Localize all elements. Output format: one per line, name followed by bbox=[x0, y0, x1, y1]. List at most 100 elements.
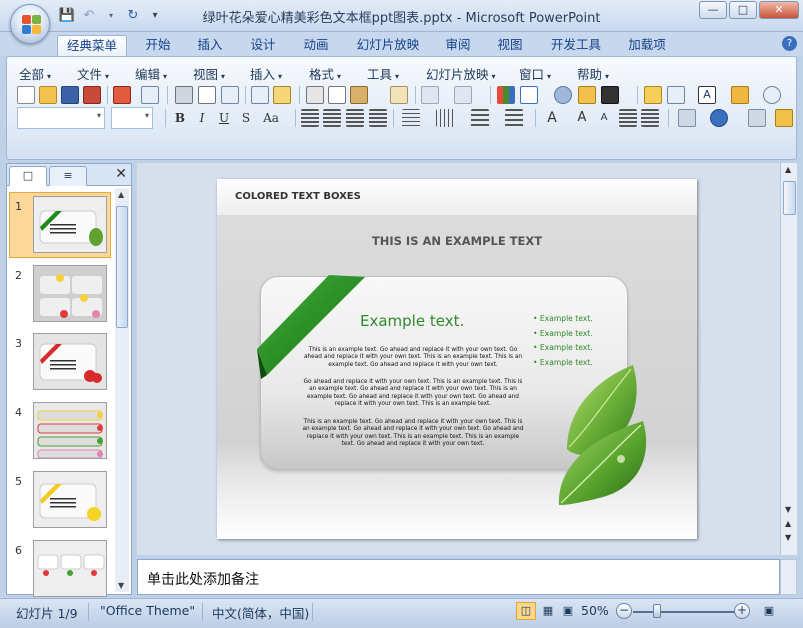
scroll-down-icon[interactable]: ▼ bbox=[785, 505, 791, 514]
text-direction-icon[interactable] bbox=[402, 109, 420, 127]
slide-thumbnail-5[interactable] bbox=[33, 471, 107, 528]
color-grayscale-icon[interactable] bbox=[601, 86, 619, 104]
tab-classic-menu[interactable]: 经典菜单 bbox=[57, 35, 127, 56]
research-icon[interactable] bbox=[273, 86, 291, 104]
scrollbar-thumb[interactable] bbox=[116, 206, 128, 328]
permission-icon[interactable] bbox=[83, 86, 101, 104]
body-paragraph-3[interactable]: This is an example text. Go ahead and re… bbox=[300, 419, 526, 448]
close-panel-icon[interactable]: ✕ bbox=[115, 166, 127, 182]
open-folder-icon[interactable] bbox=[731, 86, 749, 104]
menu-file[interactable]: 文件 ▾ bbox=[77, 64, 109, 83]
shape-fill-icon[interactable] bbox=[775, 109, 793, 127]
green-leaves-image[interactable] bbox=[547, 359, 667, 509]
card-heading[interactable]: Example text. bbox=[360, 312, 464, 330]
align-right-icon[interactable] bbox=[346, 109, 364, 127]
new-slide-icon[interactable] bbox=[644, 86, 662, 104]
decrease-font-button[interactable]: A bbox=[595, 109, 613, 127]
scroll-down-icon[interactable]: ▼ bbox=[118, 581, 124, 590]
tab-review[interactable]: 审阅 bbox=[437, 35, 479, 56]
tab-insert[interactable]: 插入 bbox=[189, 35, 231, 56]
tab-design[interactable]: 设计 bbox=[242, 35, 284, 56]
font-color-button[interactable]: A bbox=[543, 109, 561, 127]
outline-tab[interactable]: ≡ bbox=[49, 166, 87, 186]
line-spacing-icon[interactable] bbox=[436, 109, 454, 127]
increase-indent-icon[interactable] bbox=[641, 109, 659, 127]
insert-chart-icon[interactable] bbox=[497, 86, 515, 104]
undo-icon[interactable] bbox=[421, 86, 439, 104]
numbering-icon[interactable] bbox=[471, 109, 489, 127]
office-button[interactable] bbox=[10, 4, 50, 44]
notes-placeholder[interactable]: 单击此处添加备注 bbox=[147, 569, 259, 589]
close-button[interactable]: ✕ bbox=[759, 1, 799, 19]
slide-show-view-button[interactable]: ▣ bbox=[558, 602, 578, 620]
align-center-icon[interactable] bbox=[323, 109, 341, 127]
slide-subtitle[interactable]: THIS IS AN EXAMPLE TEXT bbox=[217, 234, 697, 248]
bullets-icon[interactable] bbox=[505, 109, 523, 127]
paste-icon[interactable] bbox=[350, 86, 368, 104]
bold-button[interactable]: B bbox=[171, 109, 189, 127]
menu-help[interactable]: 帮助 ▾ bbox=[577, 64, 609, 83]
open-folder-icon[interactable] bbox=[39, 86, 57, 104]
publish-icon[interactable] bbox=[141, 86, 159, 104]
text-shadow-button[interactable]: S bbox=[237, 109, 255, 127]
search-icon[interactable] bbox=[763, 86, 781, 104]
slide-thumbnail-2[interactable] bbox=[33, 265, 107, 322]
body-paragraph-1[interactable]: This is an example text. Go ahead and re… bbox=[300, 347, 526, 369]
spelling-icon[interactable] bbox=[251, 86, 269, 104]
change-case-button[interactable]: Aa bbox=[259, 109, 283, 127]
menu-edit[interactable]: 编辑 ▾ bbox=[135, 64, 167, 83]
current-slide[interactable]: COLORED TEXT BOXES THIS IS AN EXAMPLE TE… bbox=[217, 179, 697, 539]
save-icon[interactable] bbox=[61, 86, 79, 104]
redo-icon[interactable] bbox=[454, 86, 472, 104]
italic-button[interactable]: I bbox=[193, 109, 211, 127]
tab-developer[interactable]: 开发工具 bbox=[543, 35, 609, 56]
justify-icon[interactable] bbox=[369, 109, 387, 127]
tab-home[interactable]: 开始 bbox=[137, 35, 179, 56]
font-size-combo[interactable]: ▾ bbox=[111, 107, 153, 129]
scroll-up-icon[interactable]: ▲ bbox=[118, 190, 124, 199]
insert-table-icon[interactable] bbox=[520, 86, 538, 104]
slide-sorter-view-button[interactable]: ▦ bbox=[538, 602, 558, 620]
help-icon[interactable]: ? bbox=[782, 36, 797, 51]
font-name-combo[interactable]: ▾ bbox=[17, 107, 105, 129]
slide-layout-icon[interactable] bbox=[667, 86, 685, 104]
next-slide-icon[interactable]: ▼ bbox=[785, 533, 791, 542]
zoom-slider-thumb[interactable] bbox=[653, 604, 661, 618]
increase-font-button[interactable]: A bbox=[573, 109, 591, 127]
menu-all[interactable]: 全部 ▾ bbox=[19, 64, 51, 83]
slides-tab[interactable]: □ bbox=[9, 166, 47, 186]
zoom-level[interactable]: 50% bbox=[581, 603, 609, 618]
new-document-icon[interactable] bbox=[17, 86, 35, 104]
insert-clipart-icon[interactable] bbox=[554, 86, 572, 104]
quick-styles-icon[interactable] bbox=[748, 109, 766, 127]
fit-to-window-icon[interactable]: ▣ bbox=[759, 602, 779, 620]
layout-icon[interactable] bbox=[221, 86, 239, 104]
scrollbar-thumb[interactable] bbox=[783, 181, 796, 215]
minimize-button[interactable]: — bbox=[699, 1, 727, 19]
previous-slide-icon[interactable]: ▲ bbox=[785, 519, 791, 528]
slide-thumbnail-3[interactable] bbox=[33, 333, 107, 390]
menu-window[interactable]: 窗口 ▾ bbox=[519, 64, 551, 83]
email-icon[interactable] bbox=[113, 86, 131, 104]
copy-icon[interactable] bbox=[328, 86, 346, 104]
format-painter-icon[interactable] bbox=[390, 86, 408, 104]
tab-slide-show[interactable]: 幻灯片放映 bbox=[350, 35, 426, 56]
slides-scrollbar[interactable]: ▲ ▼ bbox=[115, 188, 129, 592]
maximize-button[interactable]: □ bbox=[729, 1, 757, 19]
scroll-up-icon[interactable]: ▲ bbox=[785, 165, 791, 174]
normal-view-button[interactable]: ◫ bbox=[516, 602, 536, 620]
menu-format[interactable]: 格式 ▾ bbox=[309, 64, 341, 83]
print-icon[interactable] bbox=[175, 86, 193, 104]
slide-thumbnail-4[interactable] bbox=[33, 402, 107, 459]
cut-icon[interactable] bbox=[306, 86, 324, 104]
shapes-icon[interactable] bbox=[678, 109, 696, 127]
menu-tools[interactable]: 工具 ▾ bbox=[367, 64, 399, 83]
tab-animations[interactable]: 动画 bbox=[295, 35, 337, 56]
slide-thumbnail-1[interactable] bbox=[33, 196, 107, 253]
menu-insert[interactable]: 插入 ▾ bbox=[250, 64, 282, 83]
slide-scrollbar[interactable]: ▲ ▼ ▲ ▼ bbox=[780, 163, 797, 555]
tab-add-ins[interactable]: 加载项 bbox=[620, 35, 674, 56]
slide-header-title[interactable]: COLORED TEXT BOXES bbox=[235, 191, 361, 202]
notes-pane[interactable]: 单击此处添加备注 bbox=[137, 559, 780, 595]
zoom-slider[interactable] bbox=[633, 611, 737, 613]
